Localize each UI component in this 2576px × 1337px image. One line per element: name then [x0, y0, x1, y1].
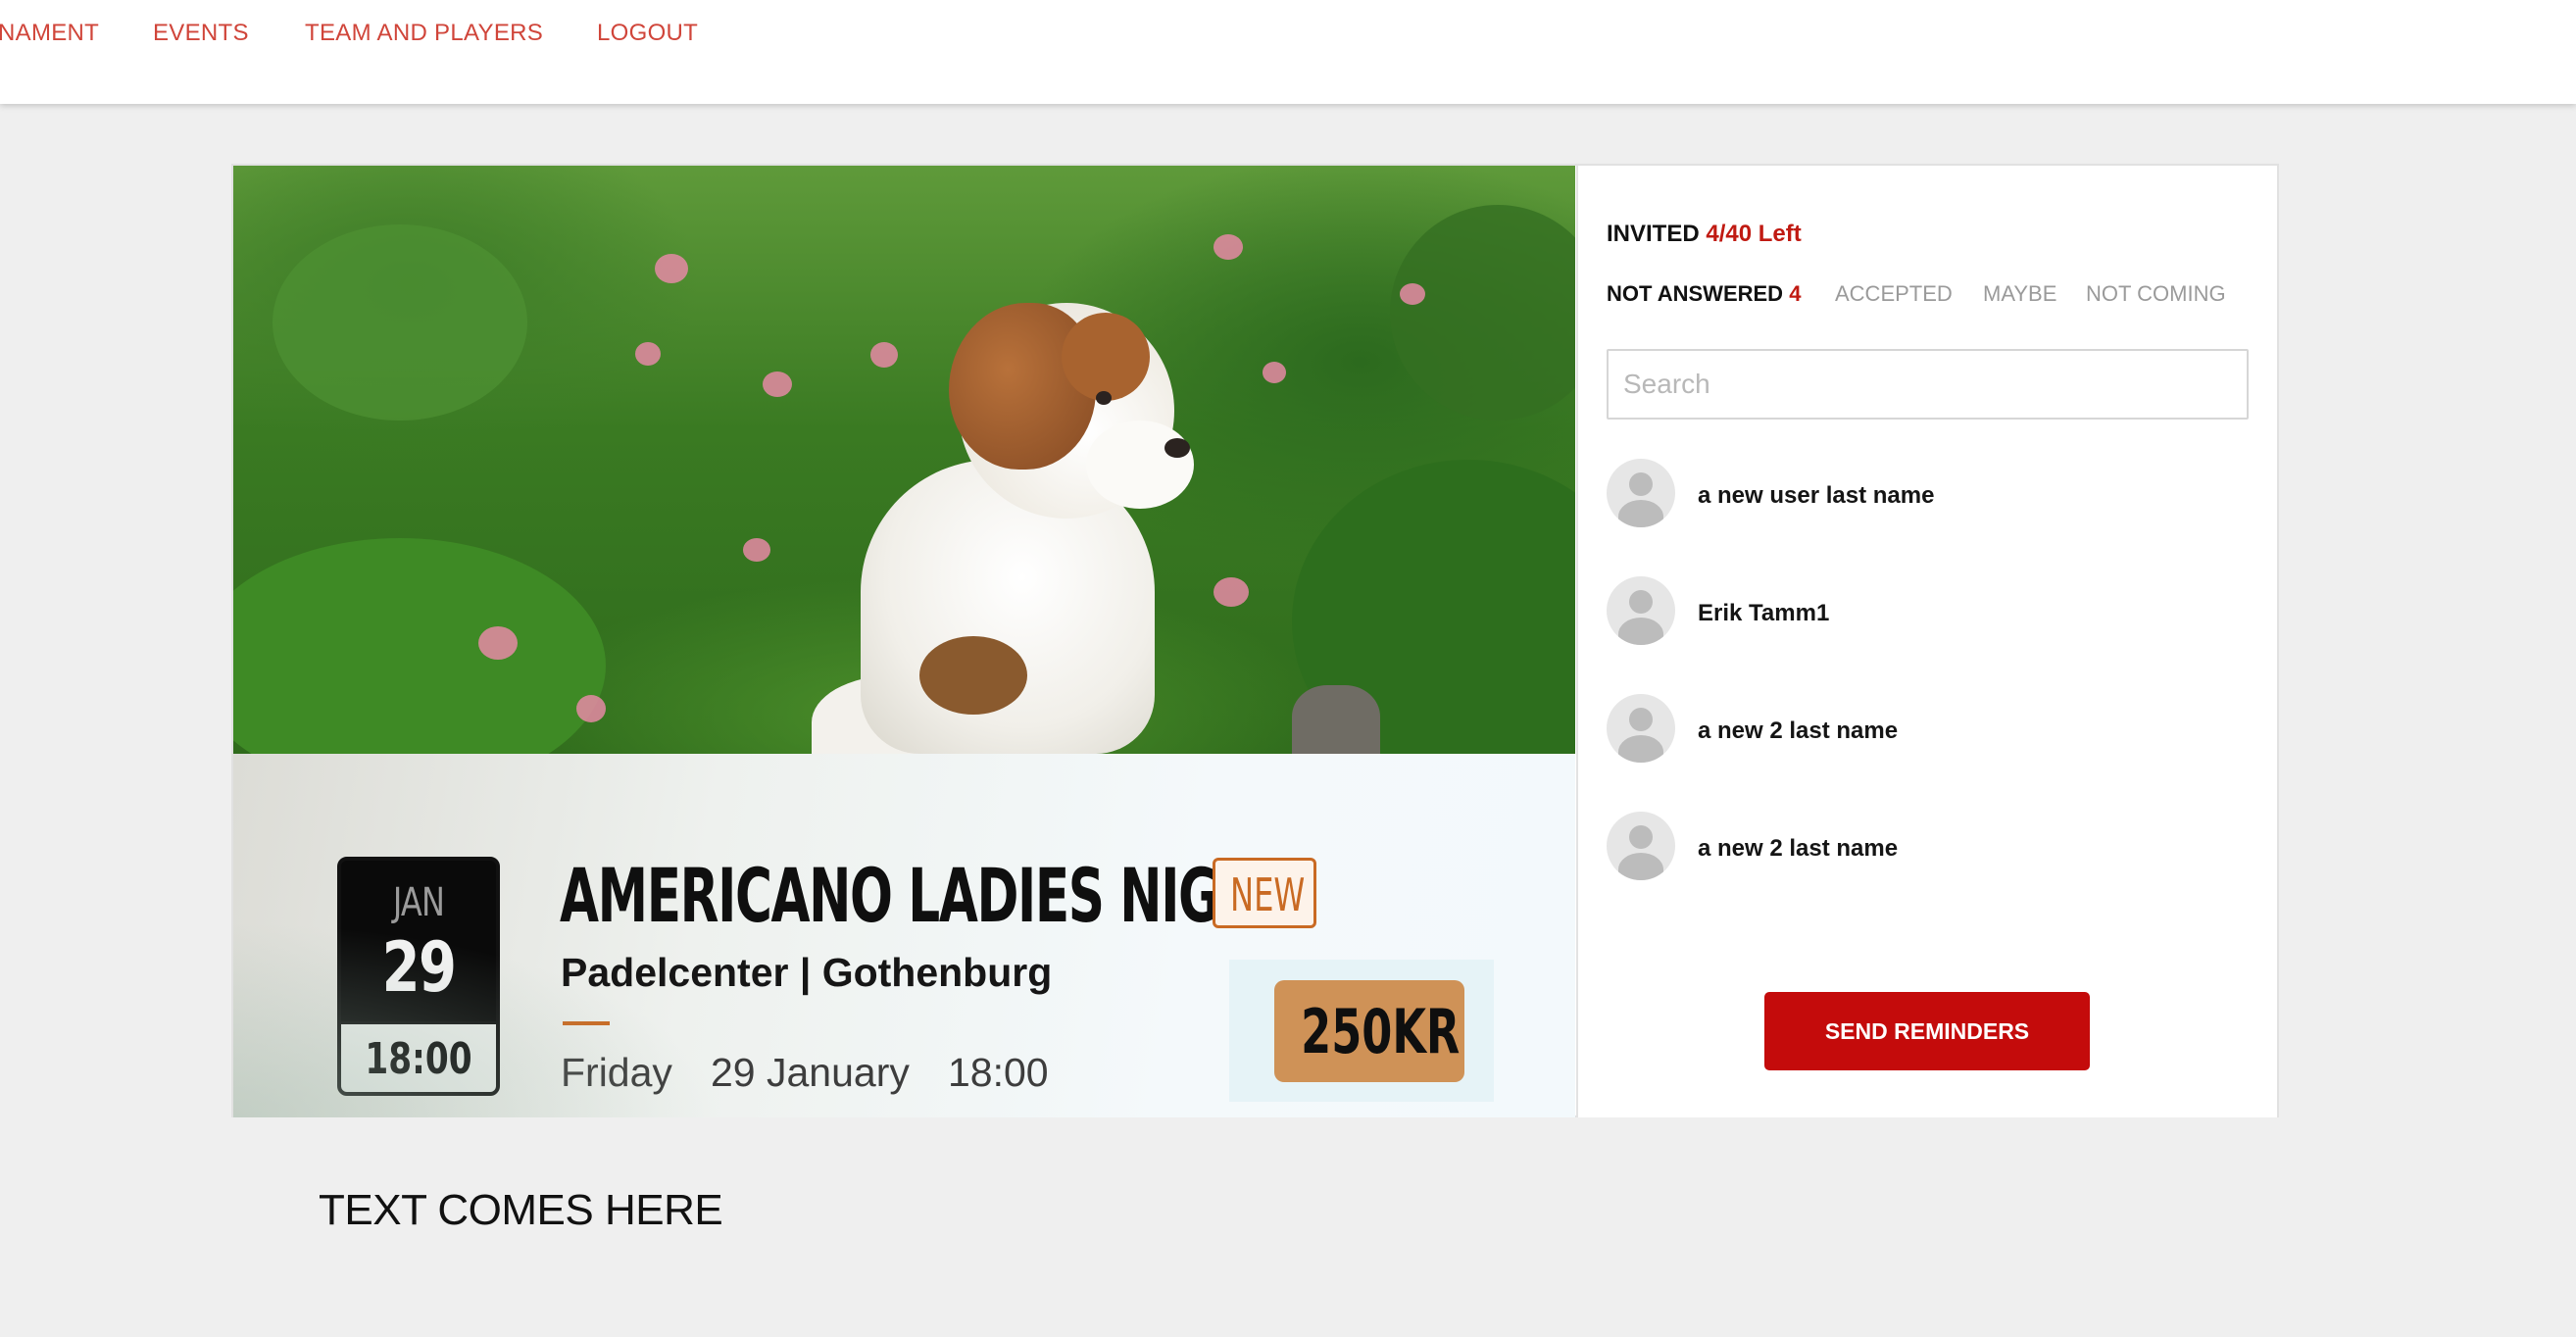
list-item[interactable]: a new 2 last name — [1607, 812, 2234, 882]
new-badge-label: NEW — [1230, 868, 1306, 921]
event-weekday: Friday — [561, 1050, 672, 1095]
event-title: AMERICANO LADIES NIGHT — [560, 852, 1294, 939]
person-name: a new user last name — [1698, 482, 1935, 509]
person-name: Erik Tamm1 — [1698, 600, 1830, 626]
date-month: JAN — [392, 880, 445, 925]
tab-accepted[interactable]: ACCEPTED — [1835, 281, 1953, 307]
event-info: JAN 29 18:00 AMERICANO LADIES NIGHT NEW … — [233, 754, 1575, 1117]
nav-item-team-and-players[interactable]: TEAM AND PLAYERS — [305, 20, 543, 47]
date-time-band: 18:00 — [341, 1021, 496, 1092]
event-date: 29 January — [711, 1050, 910, 1095]
send-reminders-button[interactable]: SEND REMINDERS — [1764, 992, 2090, 1070]
invited-left-count: 4/40 Left — [1706, 221, 1802, 247]
nav-item-logout[interactable]: LOGOUT — [597, 20, 698, 47]
person-name: a new 2 last name — [1698, 835, 1899, 862]
date-time: 18:00 — [365, 1034, 472, 1084]
user-avatar-icon — [1607, 812, 1675, 880]
nav-item-events[interactable]: EVENTS — [153, 20, 249, 47]
invited-header: INVITED 4/40 Left — [1607, 221, 1802, 248]
tab-maybe[interactable]: MAYBE — [1983, 281, 2056, 307]
event-cover-photo — [233, 166, 1575, 754]
tab-not-answered-count: 4 — [1789, 281, 1802, 306]
user-avatar-icon — [1607, 694, 1675, 763]
user-avatar-icon — [1607, 459, 1675, 527]
tab-not-coming[interactable]: NOT COMING — [2086, 281, 2226, 307]
tab-not-answered[interactable]: NOT ANSWERED 4 — [1607, 281, 1801, 307]
invites-panel: INVITED 4/40 Left NOT ANSWERED 4 ACCEPTE… — [1576, 166, 2277, 1117]
event-card: JAN 29 18:00 AMERICANO LADIES NIGHT NEW … — [231, 164, 2279, 1117]
search-input[interactable] — [1607, 349, 2249, 420]
divider — [563, 1021, 610, 1025]
price-label: 250KR — [1301, 996, 1461, 1067]
description-text: TEXT COMES HERE — [319, 1186, 723, 1234]
top-nav: NAMENT EVENTS TEAM AND PLAYERS LOGOUT — [0, 0, 2576, 104]
list-item[interactable]: a new 2 last name — [1607, 694, 2234, 765]
invited-label: INVITED — [1607, 221, 1700, 247]
price-badge: 250KR — [1274, 980, 1464, 1082]
event-time: 18:00 — [948, 1050, 1049, 1095]
person-name: a new 2 last name — [1698, 718, 1899, 744]
date-badge: JAN 29 18:00 — [337, 857, 500, 1096]
list-item[interactable]: a new user last name — [1607, 459, 2234, 529]
tab-not-answered-label: NOT ANSWERED — [1607, 281, 1784, 306]
user-avatar-icon — [1607, 576, 1675, 645]
nav-item-tournament[interactable]: NAMENT — [0, 20, 99, 47]
new-badge: NEW — [1213, 858, 1316, 928]
list-item[interactable]: Erik Tamm1 — [1607, 576, 2234, 647]
event-venue: Padelcenter | Gothenburg — [561, 950, 1053, 995]
date-day: 29 — [381, 927, 457, 1008]
